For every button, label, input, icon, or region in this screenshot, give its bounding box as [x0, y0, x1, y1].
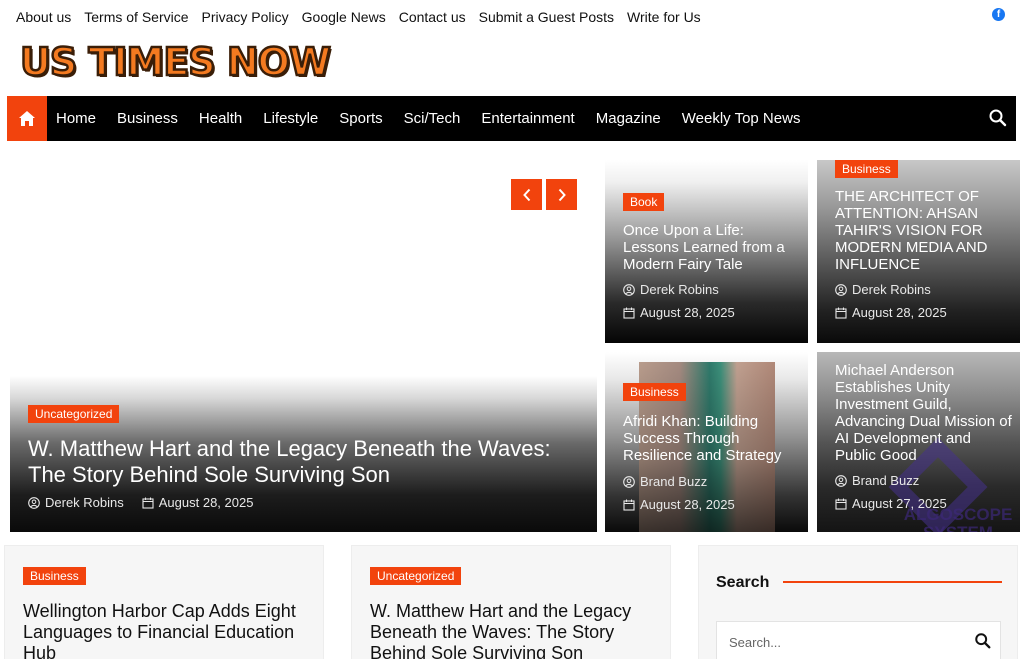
post-card-1[interactable]: Business Wellington Harbor Cap Adds Eigh…: [4, 545, 324, 659]
nav-search-button[interactable]: [988, 108, 1008, 128]
nav-item-magazine[interactable]: Magazine: [596, 110, 661, 127]
main-nav: Home Business Health Lifestyle Sports Sc…: [7, 96, 1016, 141]
sidebar-search-widget: Search: [698, 545, 1018, 659]
grid-card-3[interactable]: Business Afridi Khan: Building Success T…: [605, 352, 808, 532]
card-author-name: Brand Buzz: [852, 473, 920, 488]
card-author-name: Derek Robins: [640, 282, 719, 297]
nav-item-home[interactable]: Home: [56, 110, 96, 127]
hero-date: August 28, 2025: [142, 495, 254, 510]
search-icon: [975, 633, 991, 649]
slider-arrows: [511, 179, 577, 210]
nav-item-health[interactable]: Health: [199, 110, 242, 127]
card-date-text: August 28, 2025: [640, 305, 735, 320]
nav-item-entertainment[interactable]: Entertainment: [481, 110, 574, 127]
card-category-badge[interactable]: Business: [623, 383, 686, 401]
top-link-about[interactable]: About us: [16, 9, 71, 25]
post-category-badge[interactable]: Uncategorized: [370, 567, 462, 585]
chevron-left-icon: [522, 188, 530, 201]
title-underline: [783, 581, 1002, 583]
card-title[interactable]: Afridi Khan: Building Success Through Re…: [623, 413, 803, 464]
card-author-name: Brand Buzz: [640, 474, 708, 489]
grid-card-2[interactable]: Business THE ARCHITECT OF ATTENTION: AHS…: [817, 160, 1020, 343]
top-link-terms[interactable]: Terms of Service: [84, 9, 188, 25]
slider-prev-button[interactable]: [511, 179, 542, 210]
nav-item-weekly-top-news[interactable]: Weekly Top News: [682, 110, 801, 127]
card-author-name: Derek Robins: [852, 282, 931, 297]
hero-slide[interactable]: Uncategorized W. Matthew Hart and the Le…: [10, 160, 597, 532]
top-bar: About us Terms of Service Privacy Policy…: [0, 0, 1024, 34]
chevron-right-icon: [558, 188, 566, 201]
hero-date-text: August 28, 2025: [158, 495, 254, 510]
card-date-text: August 28, 2025: [640, 497, 735, 512]
hero-category-badge[interactable]: Uncategorized: [28, 405, 120, 423]
slider-next-button[interactable]: [546, 179, 577, 210]
card-title[interactable]: THE ARCHITECT OF ATTENTION: AHSAN TAHIR'…: [835, 188, 1015, 273]
top-link-contact[interactable]: Contact us: [399, 9, 466, 25]
user-icon: [835, 283, 847, 296]
calendar-icon: [835, 498, 847, 510]
hero-meta: Derek Robins August 28, 2025: [28, 495, 253, 510]
post-category-badge[interactable]: Business: [23, 567, 86, 585]
search-field: [716, 621, 1001, 659]
top-link-write-for-us[interactable]: Write for Us: [627, 9, 701, 25]
calendar-icon: [623, 307, 635, 319]
top-link-google-news[interactable]: Google News: [302, 9, 386, 25]
hero-title[interactable]: W. Matthew Hart and the Legacy Beneath t…: [28, 436, 588, 488]
card-category-badge[interactable]: Book: [623, 193, 665, 211]
search-icon: [989, 109, 1007, 127]
user-icon: [623, 283, 635, 296]
card-title[interactable]: Michael Anderson Establishes Unity Inves…: [835, 362, 1015, 464]
nav-item-lifestyle[interactable]: Lifestyle: [263, 110, 318, 127]
top-link-guest-posts[interactable]: Submit a Guest Posts: [479, 9, 614, 25]
card-date: August 28, 2025: [835, 301, 947, 324]
grid-card-4[interactable]: ALGOSCOPE SYSTEM Michael Anderson Establ…: [817, 352, 1020, 532]
search-submit-button[interactable]: [974, 632, 994, 652]
card-date-text: August 27, 2025: [852, 496, 947, 511]
user-icon: [623, 475, 635, 488]
calendar-icon: [142, 497, 154, 509]
card-date: August 27, 2025: [835, 492, 947, 515]
card-author[interactable]: Derek Robins: [623, 278, 735, 301]
hero-author[interactable]: Derek Robins: [28, 495, 124, 510]
facebook-icon[interactable]: f: [992, 8, 1005, 21]
post-title[interactable]: Wellington Harbor Cap Adds Eight Languag…: [23, 601, 313, 659]
calendar-icon: [623, 499, 635, 511]
card-meta: Derek Robins August 28, 2025: [835, 278, 947, 324]
nav-item-scitech[interactable]: Sci/Tech: [404, 110, 461, 127]
card-date-text: August 28, 2025: [852, 305, 947, 320]
search-input[interactable]: [717, 622, 967, 659]
post-card-2[interactable]: Uncategorized W. Matthew Hart and the Le…: [351, 545, 671, 659]
top-links: About us Terms of Service Privacy Policy…: [16, 9, 714, 25]
post-title[interactable]: W. Matthew Hart and the Legacy Beneath t…: [370, 601, 660, 659]
top-link-privacy[interactable]: Privacy Policy: [202, 9, 289, 25]
home-button[interactable]: [7, 96, 47, 141]
card-author[interactable]: Brand Buzz: [835, 469, 947, 492]
hero-author-name: Derek Robins: [45, 495, 124, 510]
user-icon: [28, 496, 40, 509]
card-category-badge[interactable]: Business: [835, 160, 898, 178]
card-date: August 28, 2025: [623, 493, 735, 516]
search-widget-title: Search: [716, 574, 770, 591]
card-meta: Brand Buzz August 28, 2025: [623, 470, 735, 516]
card-author[interactable]: Brand Buzz: [623, 470, 735, 493]
nav-menu: Home Business Health Lifestyle Sports Sc…: [56, 110, 811, 127]
user-icon: [835, 474, 847, 487]
home-icon: [19, 111, 35, 126]
nav-item-sports[interactable]: Sports: [339, 110, 382, 127]
card-title[interactable]: Once Upon a Life: Lessons Learned from a…: [623, 222, 798, 273]
card-author[interactable]: Derek Robins: [835, 278, 947, 301]
card-meta: Brand Buzz August 27, 2025: [835, 469, 947, 515]
nav-item-business[interactable]: Business: [117, 110, 178, 127]
card-meta: Derek Robins August 28, 2025: [623, 278, 735, 324]
calendar-icon: [835, 307, 847, 319]
grid-card-1[interactable]: Book Once Upon a Life: Lessons Learned f…: [605, 160, 808, 343]
site-logo[interactable]: US TIMES NOW: [19, 39, 332, 86]
card-date: August 28, 2025: [623, 301, 735, 324]
